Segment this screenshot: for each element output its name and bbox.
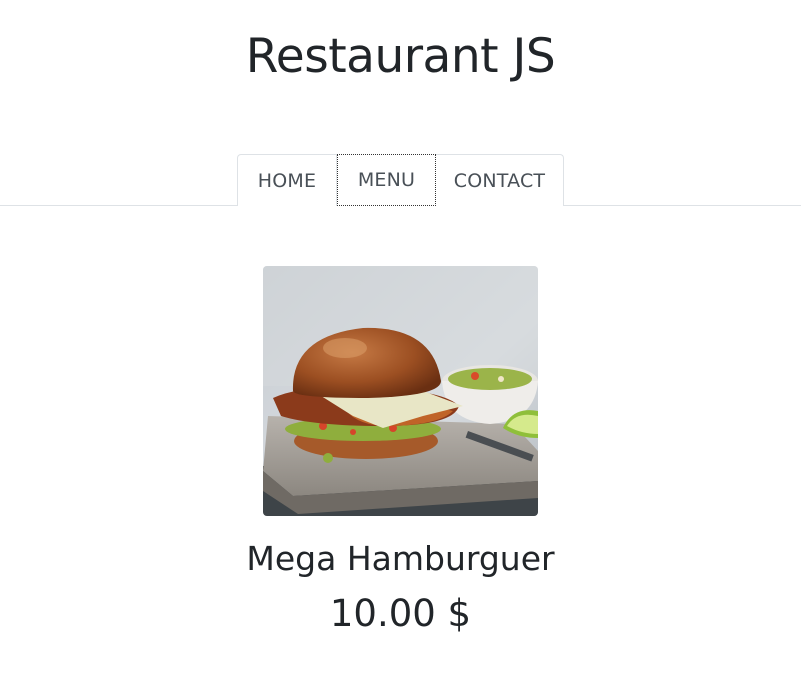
tab-home[interactable]: HOME xyxy=(237,154,337,206)
menu-item-price: 10.00 $ xyxy=(329,592,472,635)
menu-item-name: Mega Hamburguer xyxy=(246,539,555,578)
page: Restaurant JS HOME MENU CONTACT Mega Ham… xyxy=(0,0,801,677)
hamburger-image xyxy=(263,266,538,516)
tab-menu[interactable]: MENU xyxy=(337,154,436,206)
site-title: Restaurant JS xyxy=(245,29,556,84)
main-nav: HOME MENU CONTACT xyxy=(237,154,564,206)
tab-contact[interactable]: CONTACT xyxy=(436,154,564,206)
